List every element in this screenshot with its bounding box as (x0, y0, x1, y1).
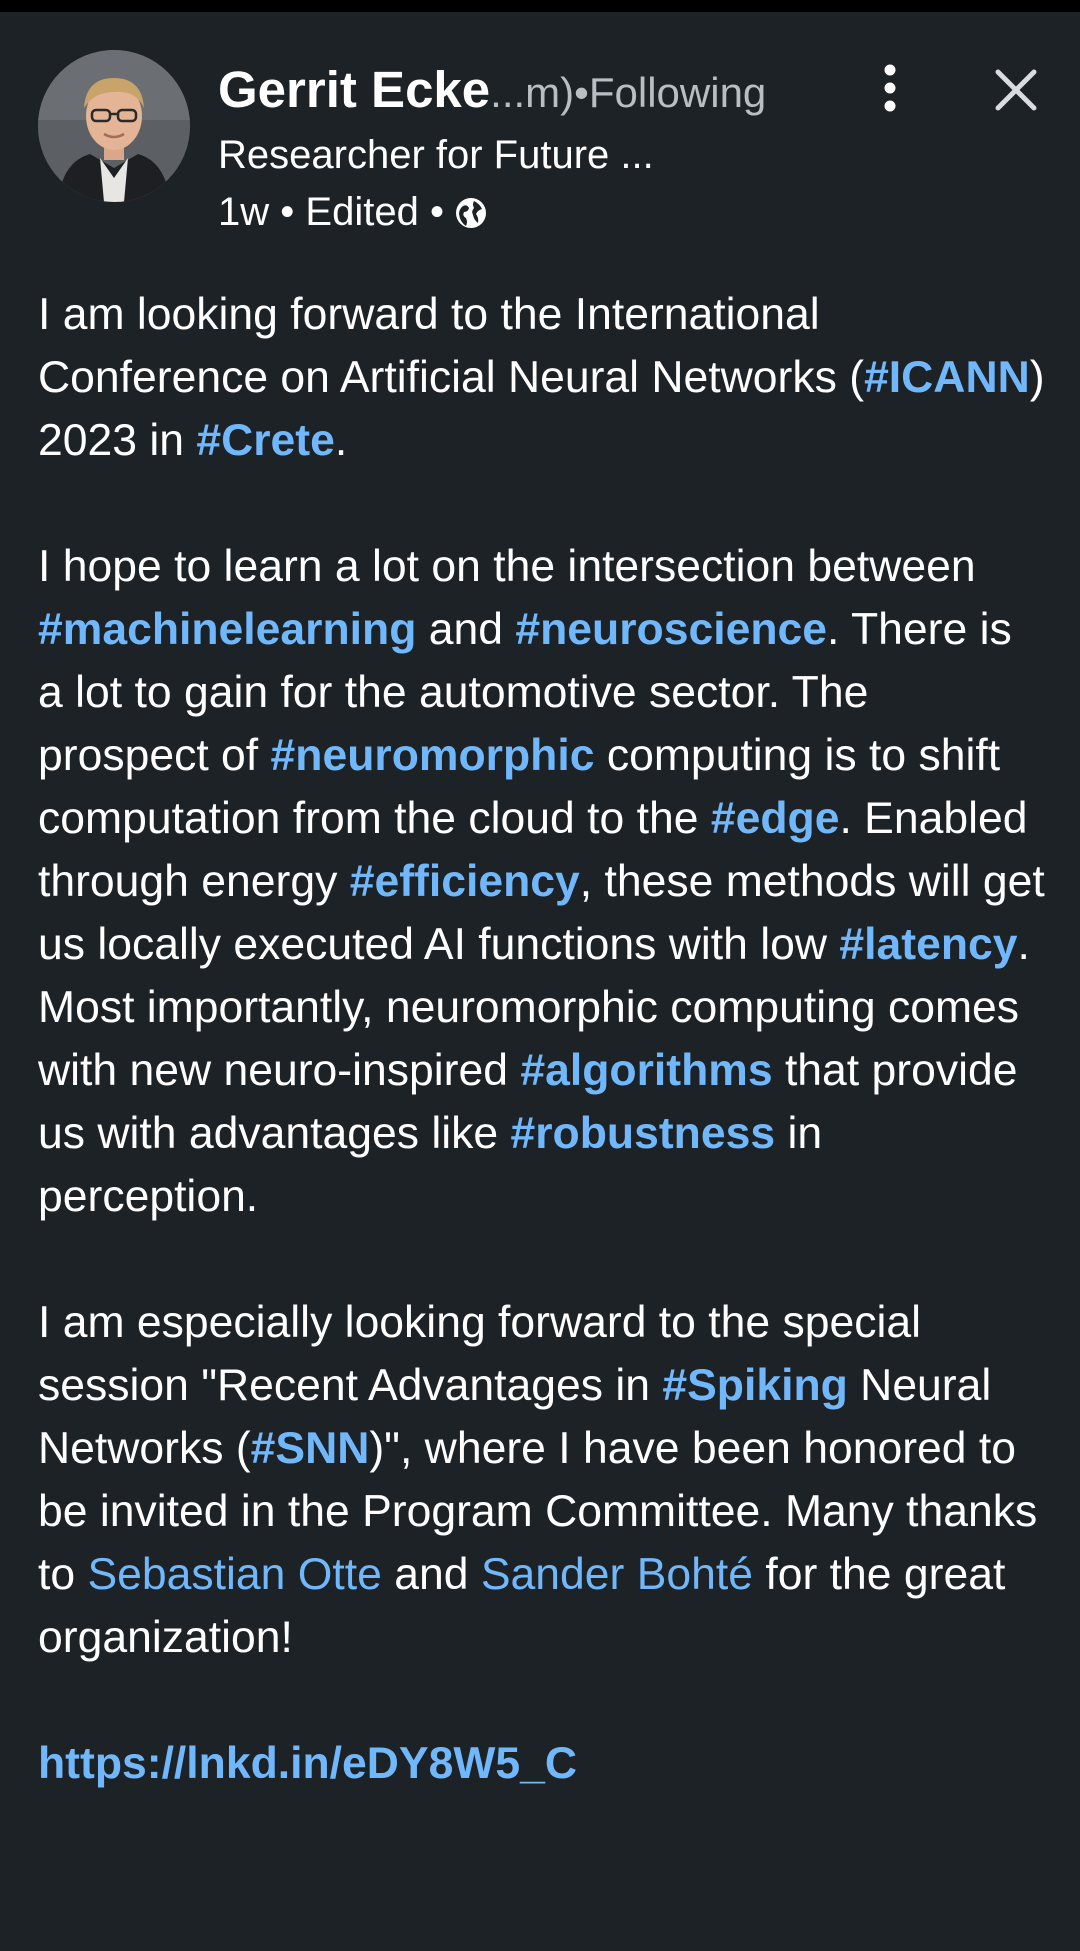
post-text: . (334, 416, 348, 465)
author-line[interactable]: Gerrit Ecke ...m) • Following (218, 60, 766, 120)
hashtag-link[interactable]: #Spiking (662, 1361, 847, 1410)
profile-photo (38, 50, 190, 202)
separator-dot: • (574, 69, 589, 116)
hashtag-link[interactable]: #latency (839, 920, 1017, 969)
author-name[interactable]: Gerrit Ecke (218, 60, 490, 119)
mention-link[interactable]: Sebastian Otte (87, 1550, 381, 1599)
author-name-suffix: ...m) (490, 69, 575, 116)
close-icon[interactable] (990, 64, 1042, 116)
post-body: I am looking forward to the Internationa… (38, 283, 1048, 1795)
post-time: 1w (218, 190, 270, 234)
post-text: I am looking forward to the Internationa… (38, 290, 865, 402)
mention-link[interactable]: Sander Bohté (481, 1550, 753, 1599)
globe-icon (455, 197, 486, 228)
avatar[interactable] (38, 50, 190, 202)
edited-label: Edited (305, 190, 419, 234)
post-link-paragraph: https://lnkd.in/eDY8W5_C (38, 1732, 1048, 1795)
post-text: I hope to learn a lot on the intersectio… (38, 542, 976, 591)
hashtag-link[interactable]: #neuromorphic (271, 731, 595, 780)
author-headline: Researcher for Future ... (218, 133, 654, 177)
hashtag-link[interactable]: #neuroscience (515, 605, 827, 654)
hashtag-link[interactable]: #SNN (251, 1424, 370, 1473)
post-paragraph: I am looking forward to the Internationa… (38, 283, 1048, 472)
post-meta: 1w • Edited • (218, 190, 488, 235)
status-bar-strip (0, 0, 1080, 12)
meta-dot: • (280, 190, 295, 234)
hashtag-link[interactable]: #robustness (510, 1109, 775, 1158)
post-paragraph: I am especially looking forward to the s… (38, 1291, 1048, 1669)
post-text: and (416, 605, 516, 654)
hashtag-link[interactable]: #Crete (196, 416, 335, 465)
hashtag-link[interactable]: #efficiency (350, 857, 580, 906)
url-link[interactable]: https://lnkd.in/eDY8W5_C (38, 1739, 577, 1788)
meta-dot: • (429, 190, 444, 234)
following-status[interactable]: Following (589, 69, 766, 117)
post-text: and (381, 1550, 481, 1599)
more-options-icon[interactable] (872, 62, 908, 114)
hashtag-link[interactable]: #ICANN (864, 353, 1030, 402)
hashtag-link[interactable]: #algorithms (520, 1046, 772, 1095)
hashtag-link[interactable]: #machinelearning (38, 605, 416, 654)
post-paragraph: I hope to learn a lot on the intersectio… (38, 535, 1048, 1228)
hashtag-link[interactable]: #edge (711, 794, 840, 843)
